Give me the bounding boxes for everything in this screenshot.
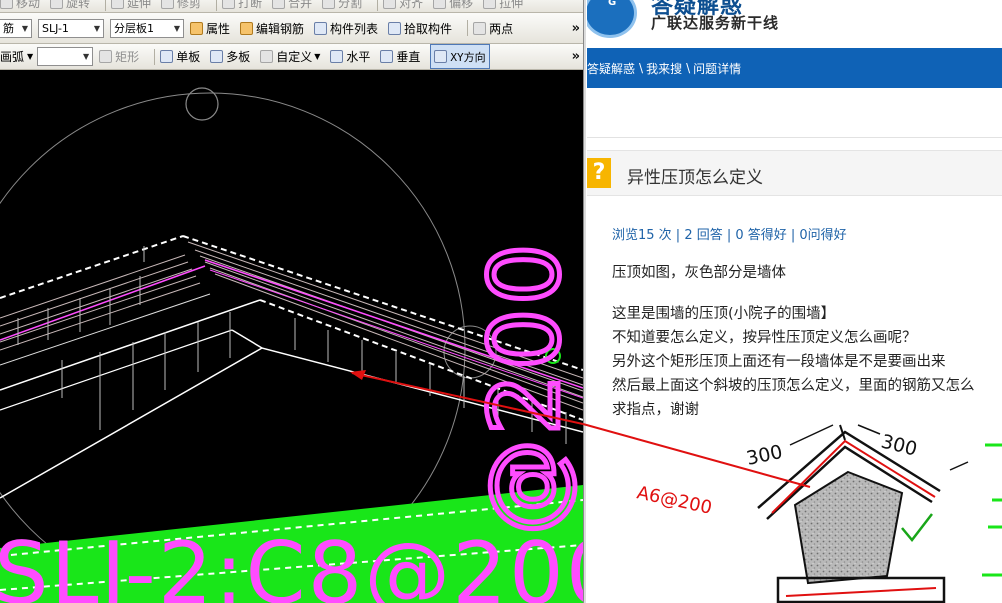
dimension-left: 300 bbox=[744, 441, 784, 470]
breadcrumb-separator: \ bbox=[686, 61, 691, 75]
chevron-down-icon: ▼ bbox=[173, 23, 180, 33]
chevron-down-icon: ▼ bbox=[83, 52, 90, 61]
component-list-button[interactable]: 构件列表 bbox=[314, 13, 378, 43]
question-body: 压顶如图，灰色部分是墙体 这里是围墙的压顶(小院子的围墙】 不知道要怎么定义，按… bbox=[612, 261, 1002, 422]
grid-icon bbox=[473, 21, 487, 35]
toolbar-separator bbox=[105, 0, 107, 11]
site-slogan: 广联达服务新干线 bbox=[651, 14, 780, 32]
arc-button[interactable]: 画弧 ▼ bbox=[0, 44, 33, 69]
body-line: 不知道要怎么定义，按异性压顶定义怎么画呢？ bbox=[612, 330, 917, 346]
arc-param-select[interactable]: ▼ bbox=[37, 47, 94, 66]
rectangle-icon bbox=[99, 50, 113, 63]
single-slab-icon bbox=[160, 50, 174, 63]
merge-icon bbox=[272, 0, 286, 9]
breadcrumb: 答疑解惑 \ 我来搜 \ 问题详情 bbox=[587, 48, 1002, 88]
breadcrumb-separator: \ bbox=[639, 61, 644, 75]
body-line: 这里是围墙的压顶(小院子的围墙】 bbox=[612, 306, 836, 322]
draw-toolbar: 画弧 ▼ ▼ 矩形 单板 多板 自定义 ▼ 水平 垂直 XY方向 » bbox=[0, 44, 583, 70]
page-blank-area bbox=[587, 88, 1002, 138]
component-name-select[interactable]: SLJ-1 ▼ bbox=[38, 18, 104, 38]
offset-icon bbox=[433, 0, 447, 9]
edit-rebar-button[interactable]: 编辑钢筋 bbox=[240, 13, 304, 43]
toolbar-offset[interactable]: 偏移 bbox=[433, 0, 473, 12]
toolbar-break[interactable]: 打断 bbox=[222, 0, 262, 12]
chevron-down-icon: ▼ bbox=[314, 52, 321, 61]
body-line: 然后最上面这个斜坡的压顶怎么定义，里面的钢筋又怎么 bbox=[612, 378, 975, 394]
edit-toolbar: 移动 旋转 延伸 修剪 打断 合并 分割 对齐 偏移 拉伸 bbox=[0, 0, 583, 13]
toolbar-separator bbox=[467, 20, 469, 36]
list-icon bbox=[314, 21, 328, 35]
toolbar-extend[interactable]: 延伸 bbox=[111, 0, 151, 12]
single-slab-button[interactable]: 单板 bbox=[160, 44, 200, 69]
extend-icon bbox=[111, 0, 125, 9]
layer-select[interactable]: 分层板1 ▼ bbox=[110, 18, 184, 38]
toolbar-trim[interactable]: 修剪 bbox=[161, 0, 201, 12]
eyedropper-icon bbox=[388, 21, 402, 35]
chevron-down-icon: ▼ bbox=[21, 23, 28, 33]
toolbar-align[interactable]: 对齐 bbox=[383, 0, 423, 12]
toolbar-move[interactable]: 移动 bbox=[0, 0, 40, 12]
toolbar-rotate[interactable]: 旋转 bbox=[50, 0, 90, 12]
horizontal-button[interactable]: 水平 bbox=[330, 44, 370, 69]
site-logo[interactable]: G bbox=[587, 0, 637, 38]
two-points-button[interactable]: 两点 bbox=[473, 13, 513, 43]
breadcrumb-search[interactable]: 我来搜 bbox=[646, 60, 682, 77]
multi-slab-button[interactable]: 多板 bbox=[210, 44, 250, 69]
rotate-icon bbox=[50, 0, 64, 9]
stretch-icon bbox=[483, 0, 497, 9]
component-toolbar: 筋 ▼ SLJ-1 ▼ 分层板1 ▼ 属性 编辑钢筋 构件列表 拾取构件 两点 » bbox=[0, 13, 583, 44]
xy-direction-button[interactable]: XY方向 bbox=[430, 44, 490, 69]
question-sketch-image[interactable]: 300 300 A6@200 bbox=[587, 415, 1002, 603]
trim-icon bbox=[161, 0, 175, 9]
screenshot-root: 移动 旋转 延伸 修剪 打断 合并 分割 对齐 偏移 拉伸 筋 ▼ SLJ-1 ▼ … bbox=[0, 0, 1002, 603]
green-check-mark bbox=[901, 513, 933, 542]
vertical-icon bbox=[380, 50, 394, 63]
toolbar-merge[interactable]: 合并 bbox=[272, 0, 312, 12]
question-title: 异性压顶怎么定义 bbox=[627, 168, 763, 188]
toolbar-separator bbox=[377, 0, 379, 11]
multi-slab-icon bbox=[210, 50, 224, 63]
vertical-button[interactable]: 垂直 bbox=[380, 44, 420, 69]
rect-button[interactable]: 矩形 bbox=[99, 44, 139, 69]
toolbar-split[interactable]: 分割 bbox=[322, 0, 362, 12]
breadcrumb-current: 问题详情 bbox=[693, 61, 742, 76]
horizontal-icon bbox=[330, 50, 344, 63]
question-mark-icon: ? bbox=[587, 158, 611, 188]
toolbar-stretch[interactable]: 拉伸 bbox=[483, 0, 523, 12]
question-stats: 浏览15 次 | 2 回答 | 0 答得好 | 0问得好 bbox=[612, 228, 847, 243]
toolbar-separator bbox=[216, 0, 218, 11]
properties-icon bbox=[190, 21, 203, 35]
split-icon bbox=[322, 0, 336, 9]
qa-webpage: G 答疑解惑 广联达服务新干线 答疑解惑 \ 我来搜 \ 问题详情 ? 异性压顶… bbox=[587, 0, 1002, 603]
body-line: 压顶如图，灰色部分是墙体 bbox=[612, 265, 786, 281]
custom-shape-icon bbox=[260, 50, 274, 63]
question-header: ? 异性压顶怎么定义 bbox=[587, 150, 1002, 196]
toolbar-overflow-button[interactable]: » bbox=[572, 49, 580, 64]
toolbar-separator bbox=[154, 48, 156, 65]
toolbar-overflow-button[interactable]: » bbox=[572, 21, 580, 36]
component-type-select[interactable]: 筋 ▼ bbox=[0, 18, 32, 38]
site-banner: G 答疑解惑 广联达服务新干线 bbox=[587, 0, 1002, 48]
wall-section bbox=[793, 470, 904, 585]
cad-application: 移动 旋转 延伸 修剪 打断 合并 分割 对齐 偏移 拉伸 筋 ▼ SLJ-1 ▼ … bbox=[0, 0, 583, 603]
breadcrumb-qa[interactable]: 答疑解惑 bbox=[587, 60, 635, 77]
pick-component-button[interactable]: 拾取构件 bbox=[388, 13, 452, 43]
chevron-down-icon: ▼ bbox=[27, 52, 34, 61]
logo-letter: G bbox=[608, 0, 617, 8]
chevron-down-icon: ▼ bbox=[93, 23, 100, 33]
rebar-annotation-bottom: SLJ-2:C8@200 bbox=[0, 524, 583, 603]
rect-coping bbox=[776, 576, 946, 603]
move-icon bbox=[0, 0, 13, 9]
properties-button[interactable]: 属性 bbox=[190, 13, 230, 43]
rebar-annotation-vertical: @200 bbox=[469, 240, 581, 535]
break-icon bbox=[222, 0, 236, 9]
align-icon bbox=[383, 0, 397, 9]
pencil-icon bbox=[240, 21, 254, 35]
rebar-note: A6@200 bbox=[635, 482, 714, 518]
custom-button[interactable]: 自定义 ▼ bbox=[260, 44, 320, 69]
cad-viewport[interactable]: @200 SLJ-2:C8@200 bbox=[0, 70, 583, 603]
xy-axis-icon bbox=[434, 50, 448, 63]
body-line: 另外这个矩形压顶上面还有一段墙体是不是要画出来 bbox=[612, 354, 946, 370]
